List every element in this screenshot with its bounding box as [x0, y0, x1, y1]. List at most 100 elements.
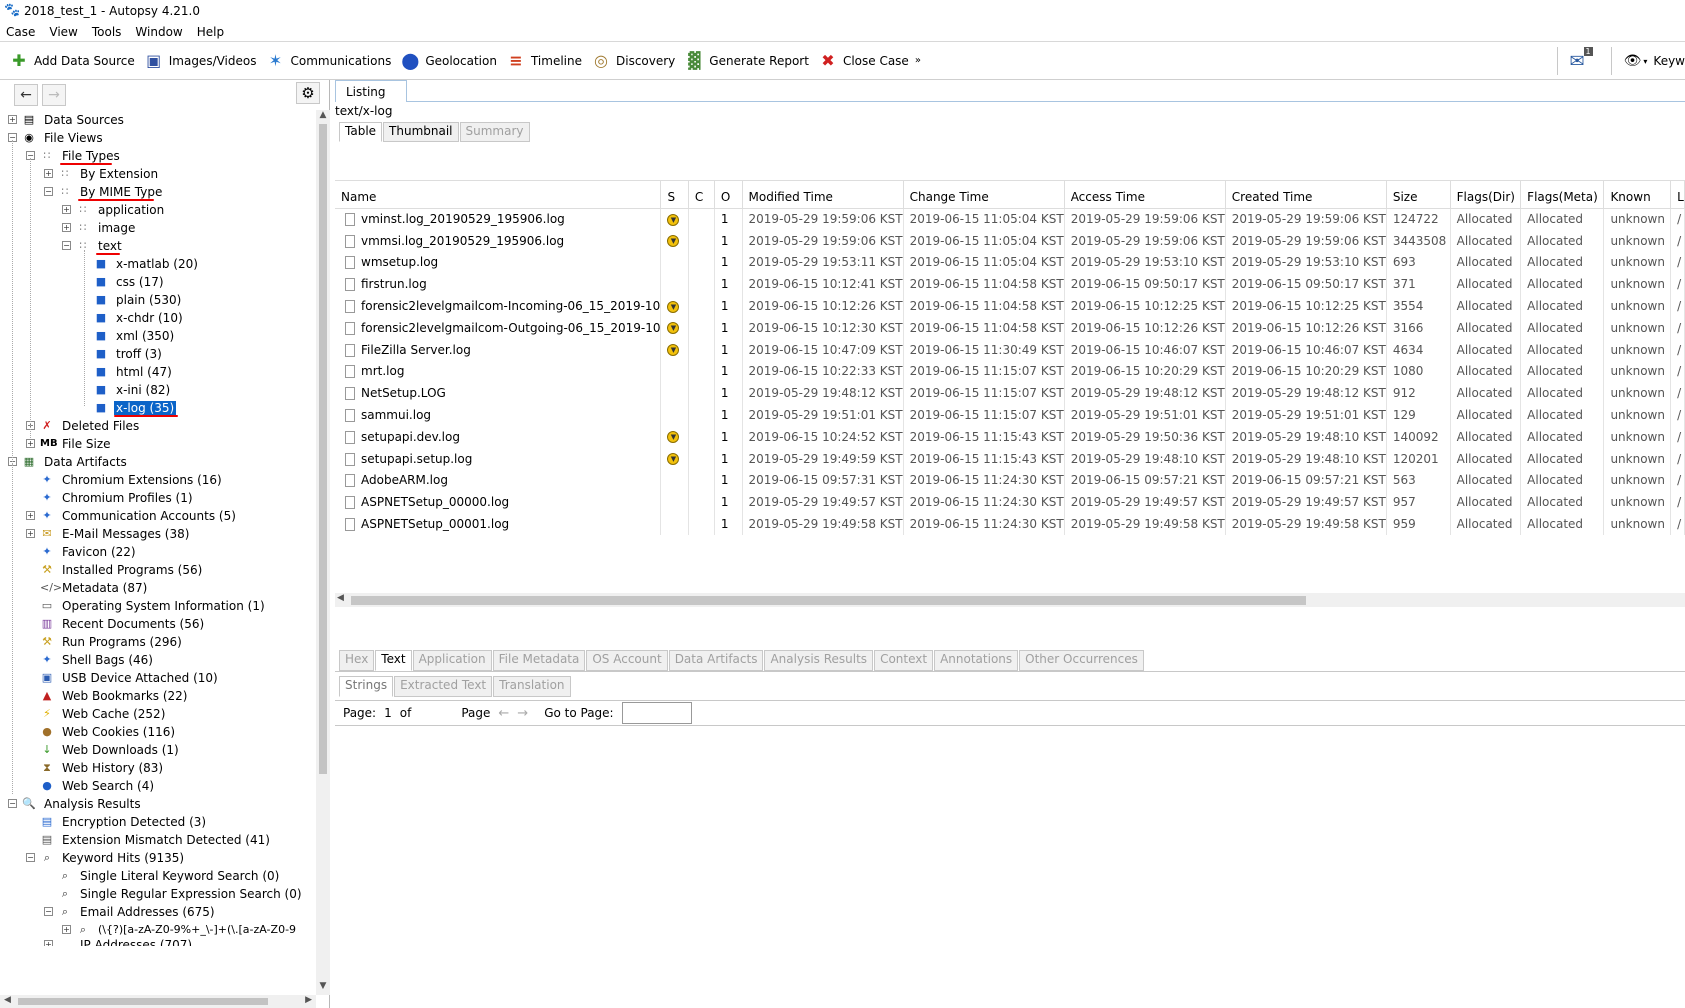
table-row[interactable]: ASPNETSetup_00000.log 1 2019-05-29 19:49:5… — [335, 491, 1685, 514]
table-horizontal-scrollbar[interactable]: ◀ — [335, 593, 1685, 607]
scroll-thumb[interactable] — [319, 124, 327, 774]
goto-page-input[interactable] — [621, 702, 692, 724]
collapse-icon[interactable]: − — [44, 187, 53, 196]
menu-help[interactable]: Help — [197, 25, 224, 39]
geolocation-button[interactable]: ⬤ Geolocation — [399, 46, 497, 76]
scroll-thumb[interactable] — [351, 596, 1306, 605]
table-row[interactable]: vmmsi.log_20190529_195906.log ▼ 1 2019-05-2… — [335, 229, 1685, 252]
tree-item-data-sources[interactable]: + ▤ Data Sources — [0, 110, 316, 129]
tree-item-chromium-extensions[interactable]: ✦ Chromium Extensions (16) — [0, 470, 316, 489]
collapse-icon[interactable]: − — [44, 907, 53, 916]
tab-table[interactable]: Table — [339, 122, 383, 142]
column-header[interactable]: Flags(Meta) — [1520, 181, 1605, 209]
expand-icon[interactable]: + — [44, 169, 53, 178]
menu-view[interactable]: View — [49, 25, 77, 39]
table-row[interactable]: sammui.log 1 2019-05-29 19:51:01 KST 2019-0… — [335, 404, 1685, 426]
column-header[interactable]: Flags(Dir) — [1450, 181, 1522, 209]
expand-icon[interactable]: + — [8, 115, 17, 124]
expand-icon[interactable]: + — [26, 439, 35, 448]
tree-item-shell-bags[interactable]: ✦ Shell Bags (46) — [0, 650, 316, 669]
notification-mail-icon[interactable]: ✉ 1 — [1570, 46, 1593, 72]
timeline-button[interactable]: ≡ Timeline — [505, 46, 582, 76]
column-header[interactable]: Modified Time — [742, 181, 904, 209]
tree-item-web-downloads[interactable]: ↓ Web Downloads (1) — [0, 740, 316, 759]
table-row[interactable]: ASPNETSetup_00001.log 1 2019-05-29 19:49:5… — [335, 513, 1685, 535]
collapse-icon[interactable]: − — [8, 799, 17, 808]
generate-report-button[interactable]: ▓ Generate Report — [683, 46, 809, 76]
tree-item-usb-device[interactable]: ▣ USB Device Attached (10) — [0, 668, 316, 687]
tab-listing[interactable]: Listing — [335, 80, 407, 102]
tab-file-metadata[interactable]: File Metadata — [492, 650, 586, 671]
keyword-search-label[interactable]: Keyw — [1653, 54, 1685, 68]
scroll-up-arrow-icon[interactable]: ▲ — [316, 110, 330, 124]
table-row[interactable]: setupapi.dev.log ▼ 1 2019-06-15 10:24:52 KS… — [335, 425, 1685, 448]
tree-item-chromium-profiles[interactable]: ✦ Chromium Profiles (1) — [0, 488, 316, 507]
discovery-button[interactable]: ◎ Discovery — [590, 46, 675, 76]
tree-item-x-ini[interactable]: ■ x-ini (82) — [0, 380, 316, 399]
tree-item-web-bookmarks[interactable]: ▲ Web Bookmarks (22) — [0, 686, 316, 705]
tree-item-image[interactable]: + ∷ image — [0, 218, 316, 237]
tab-summary[interactable]: Summary — [459, 122, 530, 142]
tree-horizontal-scrollbar[interactable]: ◀ ▶ — [0, 995, 316, 1008]
toolbar-overflow-icon[interactable]: » — [915, 55, 921, 66]
tree-item-single-regex[interactable]: ⌕ Single Regular Expression Search (0) — [0, 884, 316, 903]
tree-item-file-types[interactable]: − ∷ File Types — [0, 146, 316, 165]
tab-os-account[interactable]: OS Account — [586, 650, 668, 671]
tree-item-css[interactable]: ■ css (17) — [0, 272, 316, 291]
expand-icon[interactable]: + — [26, 511, 35, 520]
tree-item-communication-accounts[interactable]: + ✦ Communication Accounts (5) — [0, 506, 316, 525]
menu-window[interactable]: Window — [135, 25, 182, 39]
table-row[interactable]: mrt.log 1 2019-06-15 10:22:33 KST 2019-06-1… — [335, 360, 1685, 383]
column-header[interactable]: C — [688, 181, 715, 209]
tree-item-email-regex[interactable]: + ⌕ (\{?)[a-zA-Z0-9%+_\-]+(\.[a-zA-Z0-9 — [0, 920, 316, 939]
column-header[interactable]: L — [1670, 181, 1685, 209]
tab-application[interactable]: Application — [412, 650, 492, 671]
tree-item-web-history[interactable]: ⧗ Web History (83) — [0, 758, 316, 777]
tree-item-web-cookies[interactable]: ● Web Cookies (116) — [0, 722, 316, 741]
next-page-arrow-icon[interactable]: → — [517, 706, 528, 721]
tree-item-ip-addresses[interactable]: + IP Addresses (707) — [0, 938, 316, 946]
tab-hex[interactable]: Hex — [339, 650, 375, 671]
column-header[interactable]: Known — [1603, 181, 1672, 209]
communications-button[interactable]: ✶ Communications — [264, 46, 392, 76]
forward-arrow-icon[interactable]: → — [42, 84, 66, 106]
tree-item-metadata[interactable]: </> Metadata (87) — [0, 578, 316, 597]
tab-text[interactable]: Text — [375, 650, 412, 671]
tree-item-deleted-files[interactable]: + ✗ Deleted Files — [0, 416, 316, 435]
tree-item-web-search[interactable]: ● Web Search (4) — [0, 776, 316, 795]
column-header[interactable]: Change Time — [903, 181, 1065, 209]
tree-item-recent-documents[interactable]: ▥ Recent Documents (56) — [0, 614, 316, 633]
tree-item-data-artifacts[interactable]: − ▦ Data Artifacts — [0, 452, 316, 471]
expand-icon[interactable]: + — [26, 529, 35, 538]
tree-item-email-messages[interactable]: + ✉ E-Mail Messages (38) — [0, 524, 316, 543]
tree-item-file-views[interactable]: − ◉ File Views — [0, 128, 316, 147]
column-header[interactable]: Name — [335, 181, 662, 209]
tab-data-artifacts[interactable]: Data Artifacts — [668, 650, 764, 671]
tree-item-favicon[interactable]: ✦ Favicon (22) — [0, 542, 316, 561]
tree-item-troff[interactable]: ■ troff (3) — [0, 344, 316, 363]
tab-analysis-results[interactable]: Analysis Results — [764, 650, 874, 671]
tab-translation[interactable]: Translation — [493, 676, 571, 697]
tree-item-by-extension[interactable]: + ∷ By Extension — [0, 164, 316, 183]
tree-item-plain[interactable]: ■ plain (530) — [0, 290, 316, 309]
tree-item-x-log[interactable]: ■ x-log (35) — [0, 398, 316, 417]
scroll-left-arrow-icon[interactable]: ◀ — [337, 593, 344, 603]
eye-icon[interactable]: 👁 — [1624, 53, 1642, 69]
tree-item-single-literal[interactable]: ⌕ Single Literal Keyword Search (0) — [0, 866, 316, 885]
table-row[interactable]: forensic2levelgmailcom-Incoming-06_15_20… — [335, 295, 1685, 317]
expand-icon[interactable]: + — [44, 940, 53, 946]
scroll-down-arrow-icon[interactable]: ▼ — [316, 981, 330, 995]
table-row[interactable]: firstrun.log 1 2019-06-15 10:12:41 KST 2019… — [335, 273, 1685, 296]
column-header[interactable]: Created Time — [1225, 181, 1387, 209]
tree-item-file-size[interactable]: + MB File Size — [0, 434, 316, 453]
scroll-left-arrow-icon[interactable]: ◀ — [4, 995, 11, 1005]
add-data-source-button[interactable]: ✚ Add Data Source — [8, 46, 134, 76]
tree-item-email-addresses[interactable]: − ⌕ Email Addresses (675) — [0, 902, 316, 921]
column-header[interactable]: S — [660, 181, 689, 209]
tree-item-installed-programs[interactable]: ⚒ Installed Programs (56) — [0, 560, 316, 579]
table-row[interactable]: NetSetup.LOG 1 2019-05-29 19:48:12 KST 2019… — [335, 382, 1685, 405]
tree-item-xml[interactable]: ■ xml (350) — [0, 326, 316, 345]
column-header[interactable]: Size — [1386, 181, 1451, 209]
table-row[interactable]: FileZilla Server.log ▼ 1 2019-06-15 10:47:0… — [335, 338, 1685, 361]
tree-item-text[interactable]: − ∷ text — [0, 236, 316, 255]
